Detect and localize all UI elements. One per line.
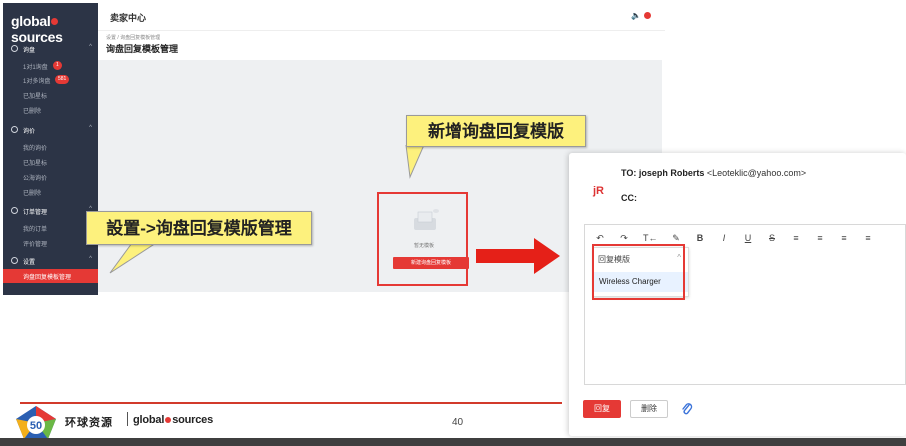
header-title: 卖家中心: [110, 13, 147, 23]
svg-text:50: 50: [30, 420, 42, 432]
text-size-icon[interactable]: T←: [643, 231, 658, 245]
reply-button[interactable]: 回复: [583, 400, 621, 418]
sidebar-item-reviews[interactable]: 评价管理: [3, 236, 98, 250]
italic-icon[interactable]: I: [717, 231, 731, 245]
sidebar-item-reply-templates[interactable]: 询盘回复模板管理: [3, 269, 98, 283]
breadcrumb: 设置 / 询盘回复模板管理: [106, 35, 161, 41]
footer-brand-cn: 环球资源: [65, 417, 113, 429]
callout-nav-path: 設置->询盘回复模版管理: [86, 211, 312, 245]
chevron-up-icon: ^: [89, 44, 92, 50]
sidebar-section-inquiry[interactable]: 询盘 ^: [3, 41, 98, 57]
sidebar-item-public-quotes[interactable]: 公海询价: [3, 170, 98, 184]
sidebar-item-my-quotes[interactable]: 我的询价: [3, 140, 98, 154]
chevron-up-icon: ^: [89, 125, 92, 131]
unread-badge: 1: [53, 61, 62, 70]
redo-icon[interactable]: ↷: [617, 231, 631, 245]
sidebar-item-deleted-quotes[interactable]: 已删除: [3, 185, 98, 199]
settings-icon: [11, 257, 18, 264]
sidebar-item-starred-quotes[interactable]: 已加星标: [3, 155, 98, 169]
indent-icon[interactable]: ≡: [789, 231, 803, 245]
settings-icon: [11, 207, 18, 214]
settings-icon: [11, 126, 18, 133]
sidebar: globalsources 询盘 ^ 1对1询盘 1 1对多询盘 581 已加星…: [3, 3, 98, 295]
sidebar-item-one-to-many[interactable]: 1对多询盘 581: [3, 73, 98, 87]
sidebar-item-my-orders[interactable]: 我的订单: [3, 221, 98, 235]
undo-icon[interactable]: ↶: [593, 231, 607, 245]
sidebar-section-orders[interactable]: 订单管理 ^: [3, 203, 98, 219]
sidebar-section-quotation[interactable]: 询价 ^: [3, 122, 98, 138]
right-arrow-icon: [476, 238, 560, 274]
top-bar: 卖家中心 🔈: [98, 3, 665, 31]
callout-tail: [109, 243, 157, 274]
unread-badge: 581: [55, 75, 70, 84]
callout-new-template: 新增询盘回复模版: [406, 115, 586, 147]
speaker-icon[interactable]: 🔈: [631, 11, 641, 20]
bullet-list-icon[interactable]: ≡: [837, 231, 851, 245]
page-number: 40: [452, 417, 464, 428]
highlight-frame: [377, 192, 468, 286]
sidebar-item-starred[interactable]: 已加星标: [3, 88, 98, 102]
highlight-pen-icon[interactable]: ✎: [669, 231, 683, 245]
page-title: 询盘回复模板管理: [106, 44, 179, 54]
avatar: jR: [593, 185, 604, 197]
sidebar-item-one-to-one[interactable]: 1对1询盘 1: [3, 59, 98, 73]
sidebar-section-settings[interactable]: 设置 ^: [3, 253, 98, 269]
underline-icon[interactable]: U: [741, 231, 755, 245]
cc-label: CC:: [621, 193, 637, 203]
outdent-icon[interactable]: ≡: [813, 231, 827, 245]
to-line: TO: joseph Roberts <Leoteklic@yahoo.com>: [621, 168, 807, 178]
align-icon[interactable]: ≡: [861, 231, 875, 245]
bold-icon[interactable]: B: [693, 231, 707, 245]
bottom-strip: [0, 438, 906, 446]
attachment-icon[interactable]: [681, 402, 693, 416]
sidebar-item-deleted[interactable]: 已删除: [3, 103, 98, 117]
footer-separator: [127, 412, 128, 426]
highlight-frame: [592, 244, 685, 300]
footer-divider: [20, 402, 562, 404]
strikethrough-icon[interactable]: S: [765, 231, 779, 245]
anniversary-logo: 50: [16, 406, 56, 439]
delete-button[interactable]: 删除: [630, 400, 668, 418]
callout-tail: [405, 145, 425, 179]
footer-global-sources-logo: global sources: [133, 414, 213, 426]
notification-badge[interactable]: [644, 12, 651, 19]
chevron-up-icon: ^: [89, 256, 92, 262]
settings-icon: [11, 45, 18, 52]
